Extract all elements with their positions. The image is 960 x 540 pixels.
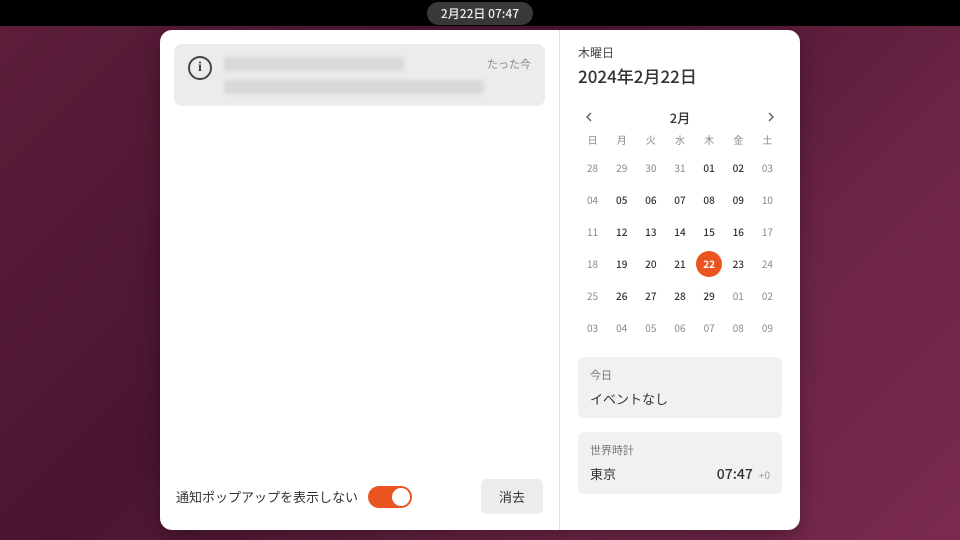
events-title: 今日 bbox=[590, 367, 770, 383]
month-label: 2月 bbox=[670, 108, 690, 127]
calendar-day[interactable]: 29 bbox=[609, 155, 635, 181]
notifications-pane: i たった今 通知ポップアップを表示しない 消去 bbox=[160, 30, 560, 530]
next-month-button[interactable] bbox=[760, 106, 782, 128]
calendar-day[interactable]: 21 bbox=[667, 251, 693, 277]
calendar-day[interactable]: 17 bbox=[754, 219, 780, 245]
calendar-day[interactable]: 23 bbox=[725, 251, 751, 277]
calendar-widget: 2月 日月火水木金土282930310102030405060708091011… bbox=[578, 102, 782, 343]
calendar-nav: 2月 bbox=[578, 106, 782, 128]
calendar-day[interactable]: 03 bbox=[580, 315, 606, 341]
calendar-day[interactable]: 05 bbox=[609, 187, 635, 213]
calendar-day[interactable]: 31 bbox=[667, 155, 693, 181]
calendar-dow: 金 bbox=[724, 128, 753, 151]
clear-notifications-button[interactable]: 消去 bbox=[481, 479, 543, 514]
calendar-dow: 水 bbox=[665, 128, 694, 151]
calendar-day[interactable]: 01 bbox=[725, 283, 751, 309]
calendar-day[interactable]: 01 bbox=[696, 155, 722, 181]
world-clock-title: 世界時計 bbox=[590, 442, 770, 458]
calendar-day[interactable]: 10 bbox=[754, 187, 780, 213]
notification-body: たった今 bbox=[224, 56, 531, 94]
calendar-popover: i たった今 通知ポップアップを表示しない 消去 木曜日 2024年2月22日 bbox=[160, 30, 800, 530]
calendar-day[interactable]: 03 bbox=[754, 155, 780, 181]
date-header: 木曜日 2024年2月22日 bbox=[578, 44, 782, 88]
dnd-toggle[interactable] bbox=[368, 486, 412, 508]
calendar-dow: 日 bbox=[578, 128, 607, 151]
calendar-day[interactable]: 30 bbox=[638, 155, 664, 181]
switch-knob bbox=[392, 488, 410, 506]
calendar-day[interactable]: 08 bbox=[725, 315, 751, 341]
calendar-day[interactable]: 13 bbox=[638, 219, 664, 245]
chevron-right-icon bbox=[767, 112, 775, 122]
calendar-day[interactable]: 05 bbox=[638, 315, 664, 341]
calendar-day[interactable]: 19 bbox=[609, 251, 635, 277]
calendar-day[interactable]: 09 bbox=[754, 315, 780, 341]
calendar-day[interactable]: 08 bbox=[696, 187, 722, 213]
calendar-day[interactable]: 04 bbox=[580, 187, 606, 213]
topbar: 2月22日 07:47 bbox=[0, 0, 960, 26]
calendar-day[interactable]: 06 bbox=[638, 187, 664, 213]
calendar-dow: 月 bbox=[607, 128, 636, 151]
calendar-day[interactable]: 26 bbox=[609, 283, 635, 309]
calendar-day[interactable]: 25 bbox=[580, 283, 606, 309]
notification-card[interactable]: i たった今 bbox=[174, 44, 545, 106]
calendar-day[interactable]: 07 bbox=[667, 187, 693, 213]
calendar-day[interactable]: 07 bbox=[696, 315, 722, 341]
dnd-label: 通知ポップアップを表示しない bbox=[176, 487, 358, 506]
calendar-day[interactable]: 24 bbox=[754, 251, 780, 277]
calendar-day[interactable]: 04 bbox=[609, 315, 635, 341]
calendar-day[interactable]: 16 bbox=[725, 219, 751, 245]
world-clock-time: 07:47 bbox=[717, 464, 753, 484]
world-clock-offset: +0 bbox=[759, 467, 770, 482]
world-clock-card[interactable]: 世界時計 東京 07:47 +0 bbox=[578, 432, 782, 494]
world-clock-city: 東京 bbox=[590, 464, 711, 483]
calendar-day[interactable]: 02 bbox=[725, 155, 751, 181]
calendar-day[interactable]: 11 bbox=[580, 219, 606, 245]
calendar-dow: 火 bbox=[636, 128, 665, 151]
calendar-day[interactable]: 06 bbox=[667, 315, 693, 341]
calendar-dow: 木 bbox=[695, 128, 724, 151]
calendar-grid: 日月火水木金土282930310102030405060708091011121… bbox=[578, 128, 782, 343]
topbar-clock[interactable]: 2月22日 07:47 bbox=[427, 2, 533, 25]
chevron-left-icon bbox=[585, 112, 593, 122]
calendar-day[interactable]: 12 bbox=[609, 219, 635, 245]
calendar-day[interactable]: 27 bbox=[638, 283, 664, 309]
weekday-label: 木曜日 bbox=[578, 44, 782, 61]
notification-time: たった今 bbox=[487, 56, 531, 72]
calendar-day[interactable]: 15 bbox=[696, 219, 722, 245]
events-body: イベントなし bbox=[590, 389, 770, 408]
calendar-day[interactable]: 28 bbox=[580, 155, 606, 181]
calendar-day[interactable]: 18 bbox=[580, 251, 606, 277]
notification-title-redacted bbox=[224, 57, 404, 71]
calendar-day[interactable]: 20 bbox=[638, 251, 664, 277]
notifications-footer: 通知ポップアップを表示しない 消去 bbox=[174, 475, 545, 516]
calendar-day-today[interactable]: 22 bbox=[696, 251, 722, 277]
calendar-dow: 土 bbox=[753, 128, 782, 151]
events-card[interactable]: 今日 イベントなし bbox=[578, 357, 782, 418]
fulldate-label: 2024年2月22日 bbox=[578, 63, 782, 88]
notification-text-redacted bbox=[224, 80, 484, 94]
info-icon: i bbox=[188, 56, 212, 80]
calendar-pane: 木曜日 2024年2月22日 2月 日月火水木金土282930310102030… bbox=[560, 30, 800, 530]
world-clock-row: 東京 07:47 +0 bbox=[590, 464, 770, 484]
calendar-day[interactable]: 02 bbox=[754, 283, 780, 309]
prev-month-button[interactable] bbox=[578, 106, 600, 128]
calendar-day[interactable]: 29 bbox=[696, 283, 722, 309]
calendar-day[interactable]: 28 bbox=[667, 283, 693, 309]
calendar-day[interactable]: 09 bbox=[725, 187, 751, 213]
calendar-day[interactable]: 14 bbox=[667, 219, 693, 245]
